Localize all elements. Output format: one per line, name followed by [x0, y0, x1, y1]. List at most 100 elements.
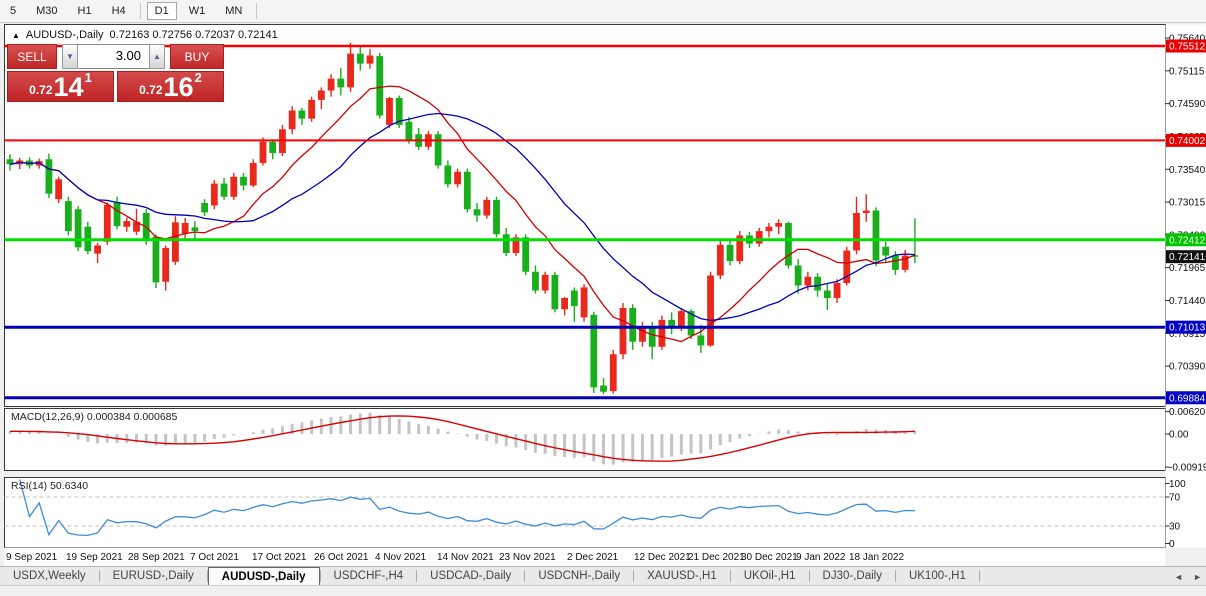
candle-body [55, 179, 62, 199]
price-badge-label: 0.75512 [1169, 42, 1206, 53]
candle-body [620, 308, 627, 354]
candle [843, 247, 850, 286]
volume-input[interactable]: 3.00 [78, 44, 149, 69]
price-tick-label: 0.75115 [1169, 66, 1205, 77]
price-badge-label: 0.72412 [1169, 235, 1206, 246]
tab-usdchf-h4[interactable]: USDCHF-,H4 [321, 567, 417, 585]
tab-scroll-left-icon[interactable]: ◄ [1174, 572, 1183, 582]
price-tick-label: 0.73015 [1169, 198, 1206, 209]
date-axis-label: 14 Nov 2021 [437, 552, 494, 563]
tab-eurusd-daily[interactable]: EURUSD-,Daily [100, 567, 207, 585]
candle-body [678, 311, 685, 328]
buy-price-display[interactable]: 0.72162 [117, 71, 224, 102]
one-click-trade-panel: SELL ▼ 3.00 ▲ BUY 0.72141 0.72162 [7, 44, 224, 102]
sell-price-prefix: 0.72 [29, 83, 52, 97]
candle-body [172, 222, 179, 261]
tab-scroll-right-icon[interactable]: ► [1193, 572, 1202, 582]
candle-body [551, 275, 558, 309]
candle [873, 207, 880, 266]
price-badge-label: 0.71013 [1169, 323, 1206, 334]
candle-body [367, 56, 374, 64]
price-badge-label: 0.72141 [1169, 252, 1206, 263]
candle [717, 241, 724, 280]
candle [464, 169, 471, 213]
candle [153, 234, 160, 288]
candle-body [357, 54, 364, 64]
price-badge: 0.74002 [1166, 134, 1206, 147]
symbol-tabbar: USDX,WeeklyEURUSD-,DailyAUDUSD-,DailyUSD… [0, 566, 1206, 585]
date-axis-label: 4 Nov 2021 [375, 552, 427, 563]
date-axis-label: 30 Dec 2021 [741, 552, 798, 563]
tab-uk100-h1[interactable]: UK100-,H1 [896, 567, 979, 585]
candle [435, 131, 442, 169]
tab-usdx-weekly[interactable]: USDX,Weekly [0, 567, 99, 585]
candle-body [882, 247, 889, 256]
rsi-axis-label: 70 [1169, 493, 1181, 504]
tab-xauusd-h1[interactable]: XAUUSD-,H1 [634, 567, 730, 585]
candle-body [406, 122, 413, 141]
candle-body [542, 275, 549, 291]
sell-price-big: 14 [54, 74, 84, 100]
candle-body [522, 237, 529, 271]
candle-body [775, 223, 782, 227]
price-badge: 0.71013 [1166, 321, 1206, 334]
candle-body [201, 203, 208, 212]
macd-label: MACD(12,26,9) 0.000384 0.000685 [11, 411, 177, 423]
candle-body [697, 336, 704, 346]
date-axis-label: 23 Nov 2021 [499, 552, 556, 563]
volume-decrease-button[interactable]: ▼ [62, 44, 78, 69]
candle [308, 97, 315, 122]
candle-body [464, 172, 471, 210]
rsi-axis-label: 100 [1169, 479, 1186, 490]
candle [736, 231, 743, 264]
candle-body [435, 134, 442, 165]
date-axis-label: 9 Jan 2022 [796, 552, 846, 563]
candle-body [211, 184, 218, 206]
candle-body [386, 98, 393, 125]
candle-body [561, 298, 568, 309]
tab-usdcad-daily[interactable]: USDCAD-,Daily [417, 567, 524, 585]
candle-body [454, 172, 461, 185]
chart-collapse-icon[interactable]: ▲ [12, 31, 20, 40]
candle-body [834, 283, 841, 298]
buy-button[interactable]: BUY [170, 44, 224, 69]
candle [483, 197, 490, 219]
candle [513, 234, 520, 256]
status-bar [0, 585, 1206, 596]
sell-button[interactable]: SELL [7, 44, 57, 69]
tab-usdcnh-daily[interactable]: USDCNH-,Daily [525, 567, 633, 585]
candle-body [182, 223, 189, 234]
volume-increase-button[interactable]: ▲ [149, 44, 165, 69]
candle-body [863, 211, 870, 214]
price-badge: 0.72141 [1166, 250, 1206, 263]
candle-body [795, 266, 802, 286]
candle [55, 177, 62, 203]
date-axis-label: 18 Jan 2022 [849, 552, 904, 563]
candle [250, 159, 257, 187]
date-axis-label: 9 Sep 2021 [6, 552, 58, 563]
candle-body [328, 79, 335, 91]
tab-ukoil-h1[interactable]: UKOil-,H1 [731, 567, 809, 585]
candle-body [571, 291, 578, 307]
candle-body [610, 354, 617, 391]
tab-scroll-controls: ◄ ► [1174, 567, 1202, 586]
candle-body [581, 287, 588, 317]
chart-title-ohlc: 0.72163 0.72756 0.72037 0.72141 [110, 29, 278, 41]
tab-audusd-daily[interactable]: AUDUSD-,Daily [208, 567, 320, 585]
candle [785, 222, 792, 269]
candle-body [46, 159, 53, 193]
price-tick-label: 0.73540 [1169, 165, 1206, 176]
candle-body [892, 256, 899, 270]
sell-price-display[interactable]: 0.72141 [7, 71, 114, 102]
candle-body [600, 386, 607, 392]
candle [590, 312, 597, 393]
candle-body [493, 200, 500, 234]
candle-body [114, 202, 121, 226]
macd-axis-label: 0.00 [1169, 430, 1189, 441]
price-tick-label: 0.74590 [1169, 99, 1206, 110]
candle [620, 303, 627, 359]
macd-axis-label: 0.006201 [1169, 407, 1206, 418]
chart-title-symbol: AUDUSD-,Daily [26, 29, 104, 41]
tab-dj30-daily[interactable]: DJ30-,Daily [810, 567, 895, 585]
candle [707, 272, 714, 347]
